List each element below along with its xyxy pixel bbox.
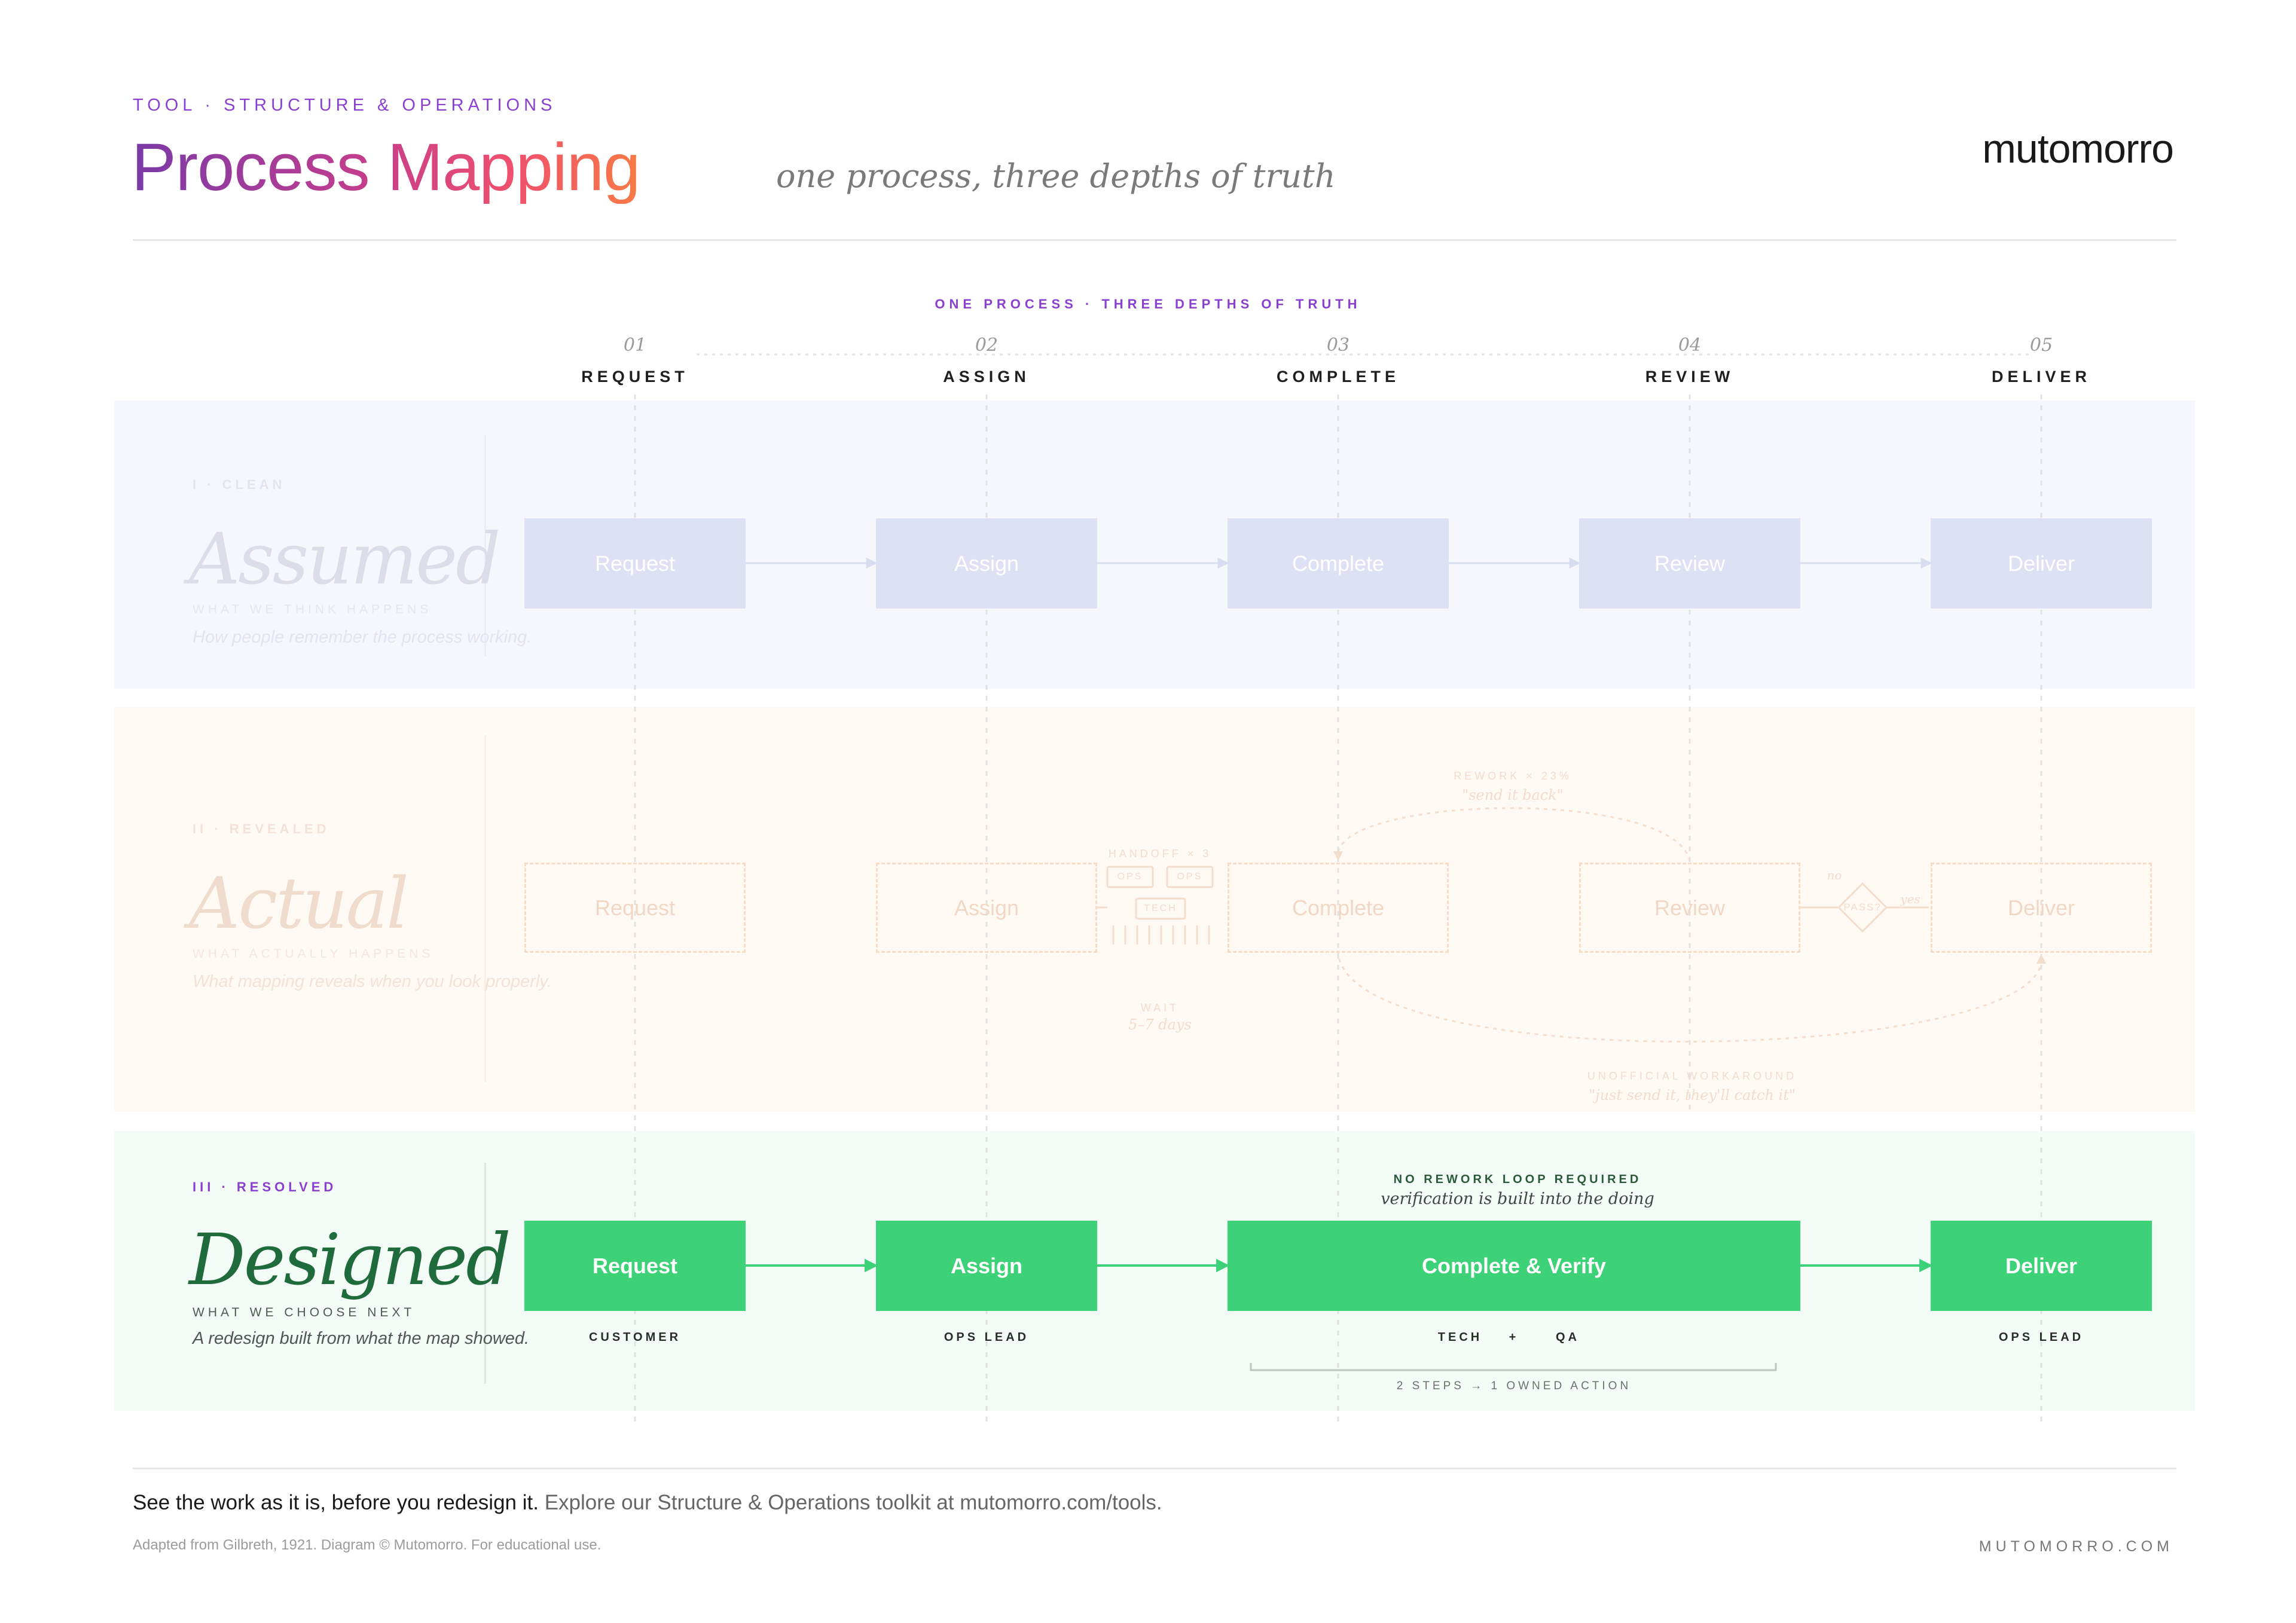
role-label: QA: [1556, 1331, 1580, 1344]
actual-title: Actual: [189, 862, 409, 945]
footer-tagline-rest: Explore our Structure & Operations toolk…: [538, 1491, 1162, 1514]
actual-label: II · REVEALED: [193, 821, 330, 836]
role-label: OPS LEAD: [944, 1331, 1030, 1344]
rework-loop: [1337, 807, 1691, 861]
assumed-arrowhead: [866, 557, 878, 569]
designed-label: III · RESOLVED: [193, 1179, 337, 1194]
actual-step-request: Request: [524, 863, 746, 953]
footer-credit: Adapted from Gilbreth, 1921. Diagram © M…: [133, 1537, 602, 1553]
role-label: CUSTOMER: [588, 1331, 682, 1344]
handoff-node-label: TECH: [1144, 903, 1177, 913]
designed-arrowhead: [865, 1258, 878, 1273]
assumed-step-assign: Assign: [876, 518, 1097, 609]
designed-arrowhead: [1216, 1258, 1230, 1273]
designed-step-complete-verify: Complete & Verify: [1228, 1221, 1800, 1311]
decision-no-label: no: [1827, 868, 1842, 882]
role-label: OPS LEAD: [1998, 1331, 2084, 1344]
workaround-label: UNOFFICIAL WORKAROUND: [1587, 1070, 1797, 1082]
wait-label: WAIT: [1140, 1002, 1180, 1014]
actual-step-assign: Assign: [876, 863, 1097, 953]
rework-label: REWORK × 23%: [1454, 770, 1572, 782]
merge-bracket: [1250, 1363, 1777, 1371]
assumed-step-review: Review: [1579, 518, 1800, 609]
designed-note-text: verification is built into the doing: [1381, 1190, 1654, 1208]
assumed-arrowhead: [1921, 557, 1932, 569]
designed-step-assign: Assign: [876, 1221, 1097, 1311]
handoff-label: HANDOFF × 3: [1108, 848, 1212, 860]
designed-step-deliver: Deliver: [1931, 1221, 2152, 1311]
designed-title: Designed: [189, 1218, 511, 1301]
actual-step-complete: Complete: [1228, 863, 1449, 953]
footer-tagline-bold: See the work as it is, before you redesi…: [133, 1491, 539, 1514]
handoff-node-label: OPS: [1117, 872, 1143, 882]
bracket-label: 2 STEPS → 1 OWNED ACTION: [1396, 1380, 1632, 1392]
assumed-arrowhead: [1569, 557, 1581, 569]
designed-desc: A redesign built from what the map showe…: [193, 1329, 530, 1348]
designed-arrowhead: [1919, 1258, 1933, 1273]
assumed-step-request: Request: [524, 518, 746, 609]
assumed-arrowhead: [1217, 557, 1229, 569]
assumed-step-complete: Complete: [1228, 518, 1449, 609]
assumed-desc: How people remember the process working.: [193, 628, 532, 647]
rework-arrowhead: [1333, 851, 1343, 861]
actual-sub: WHAT ACTUALLY HAPPENS: [193, 947, 434, 961]
footer-divider: [133, 1468, 2176, 1469]
wait-value: 5–7 days: [1128, 1016, 1192, 1033]
designed-sub: WHAT WE CHOOSE NEXT: [193, 1306, 416, 1319]
footer-url[interactable]: MUTOMORRO.COM: [1979, 1538, 2173, 1555]
decision-label: PASS?: [1843, 901, 1882, 913]
assumed-title: Assumed: [189, 518, 501, 600]
workaround-arrowhead: [2037, 954, 2046, 964]
actual-step-deliver: Deliver: [1931, 863, 2152, 953]
assumed-label: I · CLEAN: [193, 477, 286, 492]
assumed-step-deliver: Deliver: [1931, 518, 2152, 609]
designed-step-request: Request: [524, 1221, 746, 1311]
rework-quote: "send it back": [1462, 787, 1564, 803]
assumed-sub: WHAT WE THINK HAPPENS: [193, 603, 432, 616]
diagram-connectors: [634, 353, 2046, 1426]
handoff-node-label: OPS: [1177, 872, 1203, 882]
actual-step-review: Review: [1579, 863, 1800, 953]
workaround-loop: [1337, 950, 2042, 1043]
footer-tagline: See the work as it is, before you redesi…: [133, 1491, 1162, 1515]
designed-note-label: NO REWORK LOOP REQUIRED: [1393, 1173, 1642, 1186]
decision-yes-label: yes: [1900, 892, 1921, 906]
workaround-quote: "just send it, they'll catch it": [1589, 1087, 1796, 1104]
actual-desc: What mapping reveals when you look prope…: [193, 972, 552, 991]
